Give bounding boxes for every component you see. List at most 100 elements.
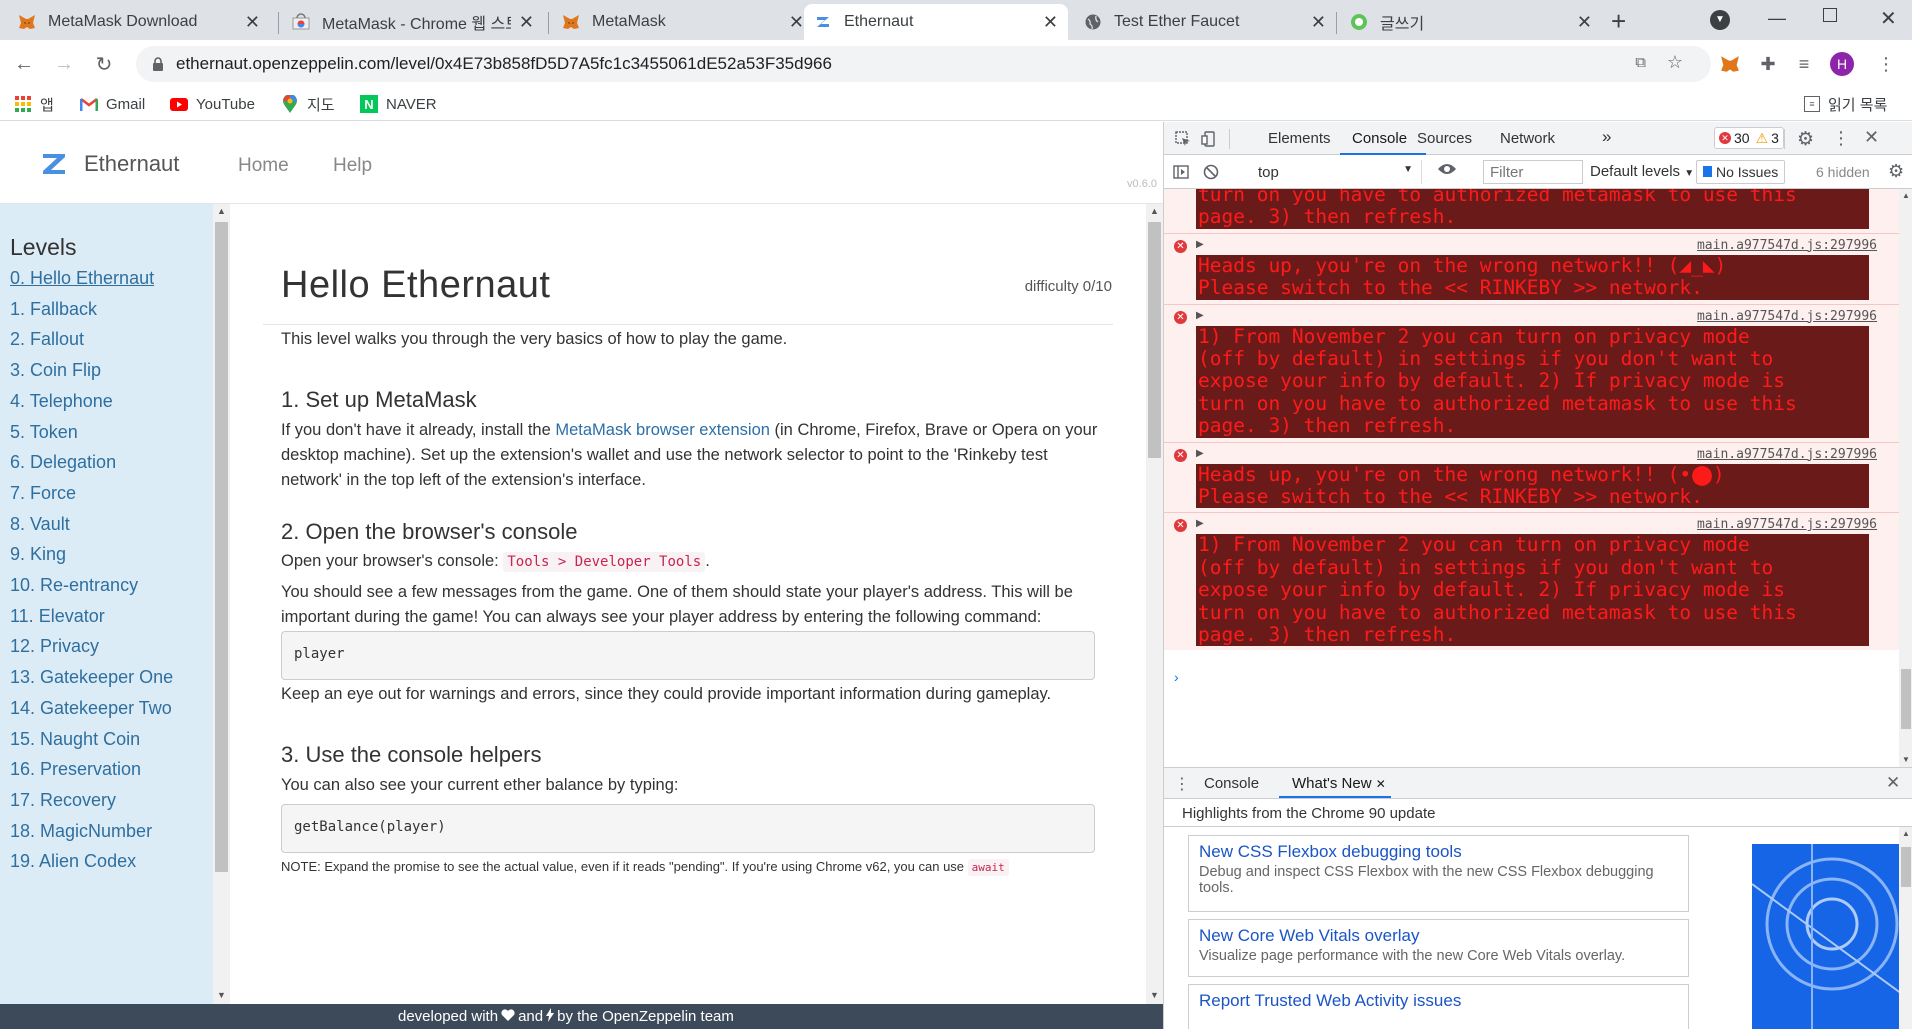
tab-elements[interactable]: Elements xyxy=(1268,130,1331,147)
level-link[interactable]: 5. Token xyxy=(10,422,78,443)
back-button[interactable]: ← xyxy=(12,52,36,76)
level-link[interactable]: 11. Elevator xyxy=(10,606,105,627)
expand-arrow-icon[interactable]: ▶ xyxy=(1196,239,1204,250)
console-error-message[interactable]: turn on you have to authorized metamask … xyxy=(1164,189,1899,233)
close-tab-icon[interactable]: ✕ xyxy=(1043,12,1058,33)
level-link[interactable]: 1. Fallback xyxy=(10,299,97,320)
new-tab-button[interactable]: + xyxy=(1611,6,1626,37)
devtools-menu-icon[interactable]: ⋮ xyxy=(1832,128,1850,149)
level-link[interactable]: 17. Recovery xyxy=(10,790,116,811)
drawer-tab-whats-new[interactable]: What's New ✕ xyxy=(1292,775,1386,792)
profile-avatar[interactable]: H xyxy=(1830,52,1854,76)
console-error-message[interactable]: ✕ ▶ main.a977547d.js:297996 Heads up, you'r… xyxy=(1164,232,1899,304)
level-link[interactable]: 9. King xyxy=(10,544,66,565)
lock-icon[interactable] xyxy=(152,56,164,71)
maximize-button[interactable] xyxy=(1823,8,1837,22)
close-tab-icon[interactable]: ✕ xyxy=(789,12,804,33)
browser-tab[interactable]: MetaMask Download ✕ xyxy=(8,4,270,40)
level-link[interactable]: 10. Re-entrancy xyxy=(10,575,138,596)
bookmark-star-icon[interactable]: ☆ xyxy=(1667,52,1683,73)
bookmark-gmail[interactable]: Gmail xyxy=(80,93,145,115)
url-text[interactable]: ethernaut.openzeppelin.com/level/0x4E73b… xyxy=(176,54,832,74)
extensions-puzzle-icon[interactable]: ✚ xyxy=(1756,52,1780,76)
level-link[interactable]: 19. Alien Codex xyxy=(10,851,136,872)
minimize-button[interactable]: — xyxy=(1768,8,1786,29)
browser-tab[interactable]: MetaMask ✕ xyxy=(552,4,814,40)
source-link[interactable]: main.a977547d.js:297996 xyxy=(1697,238,1877,253)
forward-button[interactable]: → xyxy=(52,52,76,76)
level-link[interactable]: 2. Fallout xyxy=(10,329,84,350)
level-link[interactable]: 0. Hello Ethernaut xyxy=(10,268,154,289)
drawer-menu-icon[interactable]: ⋮ xyxy=(1174,774,1190,794)
expand-arrow-icon[interactable]: ▶ xyxy=(1196,518,1204,529)
eye-icon[interactable] xyxy=(1437,162,1457,176)
level-link[interactable]: 8. Vault xyxy=(10,514,70,535)
nav-help-link[interactable]: Help xyxy=(333,155,372,177)
whats-new-scrollbar[interactable]: ▲ xyxy=(1899,827,1912,1029)
ethernaut-logo-icon[interactable] xyxy=(40,150,68,178)
close-tab-icon[interactable]: ✕ xyxy=(1311,12,1326,33)
whats-new-card-title[interactable]: New Core Web Vitals overlay xyxy=(1199,926,1678,946)
bookmark-maps[interactable]: 지도 xyxy=(281,93,335,115)
whats-new-card[interactable]: New Core Web Vitals overlay Visualize pa… xyxy=(1188,919,1689,977)
metamask-extension-link[interactable]: MetaMask browser extension xyxy=(555,421,770,439)
level-link[interactable]: 13. Gatekeeper One xyxy=(10,667,173,688)
browser-tab[interactable]: 글쓰기 ✕ xyxy=(1340,4,1602,40)
clear-console-icon[interactable] xyxy=(1202,163,1220,181)
settings-gear-icon[interactable]: ⚙ xyxy=(1797,128,1814,151)
level-link[interactable]: 12. Privacy xyxy=(10,636,99,657)
metamask-extension-icon[interactable] xyxy=(1718,52,1742,76)
log-levels-dropdown[interactable]: Default levels ▼ xyxy=(1590,163,1694,180)
source-link[interactable]: main.a977547d.js:297996 xyxy=(1697,447,1877,462)
bookmark-naver[interactable]: N NAVER xyxy=(360,93,437,115)
sidebar-scrollbar[interactable]: ▲ ▼ xyxy=(213,204,230,1004)
tab-search-icon[interactable]: ▼ xyxy=(1710,10,1730,30)
level-link[interactable]: 18. MagicNumber xyxy=(10,821,152,842)
console-error-message[interactable]: ✕ ▶ main.a977547d.js:297996 1) From Novembe… xyxy=(1164,512,1899,651)
whats-new-card[interactable]: Report Trusted Web Activity issues xyxy=(1188,984,1689,1029)
level-link[interactable]: 6. Delegation xyxy=(10,452,116,473)
inspect-element-icon[interactable] xyxy=(1174,130,1192,148)
translate-icon[interactable]: ⧉ xyxy=(1635,54,1646,71)
issues-button[interactable]: No Issues xyxy=(1696,160,1786,184)
more-tabs-icon[interactable]: » xyxy=(1602,127,1611,147)
browser-tab[interactable]: Test Ether Faucet ✕ xyxy=(1074,4,1336,40)
tab-sources[interactable]: Sources xyxy=(1417,130,1472,147)
close-tab-icon[interactable]: ✕ xyxy=(1376,777,1386,791)
device-toolbar-icon[interactable] xyxy=(1200,130,1218,148)
level-link[interactable]: 16. Preservation xyxy=(10,759,141,780)
browser-tab[interactable]: MetaMask - Chrome 웹 스토어 ✕ xyxy=(282,4,544,40)
expand-arrow-icon[interactable]: ▶ xyxy=(1196,448,1204,459)
drawer-tab-console[interactable]: Console xyxy=(1204,775,1259,792)
level-link[interactable]: 7. Force xyxy=(10,483,76,504)
close-tab-icon[interactable]: ✕ xyxy=(519,12,534,33)
close-drawer-icon[interactable]: ✕ xyxy=(1886,773,1900,793)
close-devtools-icon[interactable]: ✕ xyxy=(1864,127,1879,148)
sidebar-toggle-icon[interactable] xyxy=(1172,163,1190,181)
filter-input[interactable]: Filter xyxy=(1483,160,1583,184)
reload-button[interactable]: ↻ xyxy=(92,52,116,76)
close-tab-icon[interactable]: ✕ xyxy=(245,12,260,33)
console-scrollbar[interactable]: ▲ ▼ xyxy=(1899,189,1912,767)
site-brand[interactable]: Ethernaut xyxy=(84,151,179,177)
content-scrollbar[interactable]: ▲ ▼ xyxy=(1146,204,1163,1004)
close-tab-icon[interactable]: ✕ xyxy=(1577,12,1592,33)
console-prompt-icon[interactable]: › xyxy=(1174,669,1179,685)
nav-home-link[interactable]: Home xyxy=(238,155,289,177)
window-close-button[interactable]: ✕ xyxy=(1880,6,1897,31)
bookmark-youtube[interactable]: YouTube xyxy=(170,93,255,115)
console-settings-icon[interactable]: ⚙ xyxy=(1888,161,1904,182)
bookmark-apps[interactable]: 앱 xyxy=(14,93,54,115)
whats-new-card-title[interactable]: New CSS Flexbox debugging tools xyxy=(1199,842,1678,862)
tab-network[interactable]: Network xyxy=(1500,130,1555,147)
media-control-icon[interactable]: ≡ xyxy=(1792,52,1816,76)
console-error-message[interactable]: ✕ ▶ main.a977547d.js:297996 Heads up, you'r… xyxy=(1164,441,1899,513)
source-link[interactable]: main.a977547d.js:297996 xyxy=(1697,309,1877,324)
issues-counter[interactable]: ✕ 30 ⚠ 3 xyxy=(1714,127,1784,149)
level-link[interactable]: 15. Naught Coin xyxy=(10,729,140,750)
context-select[interactable]: top ▼ xyxy=(1252,160,1422,184)
level-link[interactable]: 4. Telephone xyxy=(10,391,113,412)
chrome-menu-icon[interactable]: ⋮ xyxy=(1874,52,1898,76)
whats-new-card[interactable]: New CSS Flexbox debugging tools Debug an… xyxy=(1188,835,1689,912)
source-link[interactable]: main.a977547d.js:297996 xyxy=(1697,517,1877,532)
